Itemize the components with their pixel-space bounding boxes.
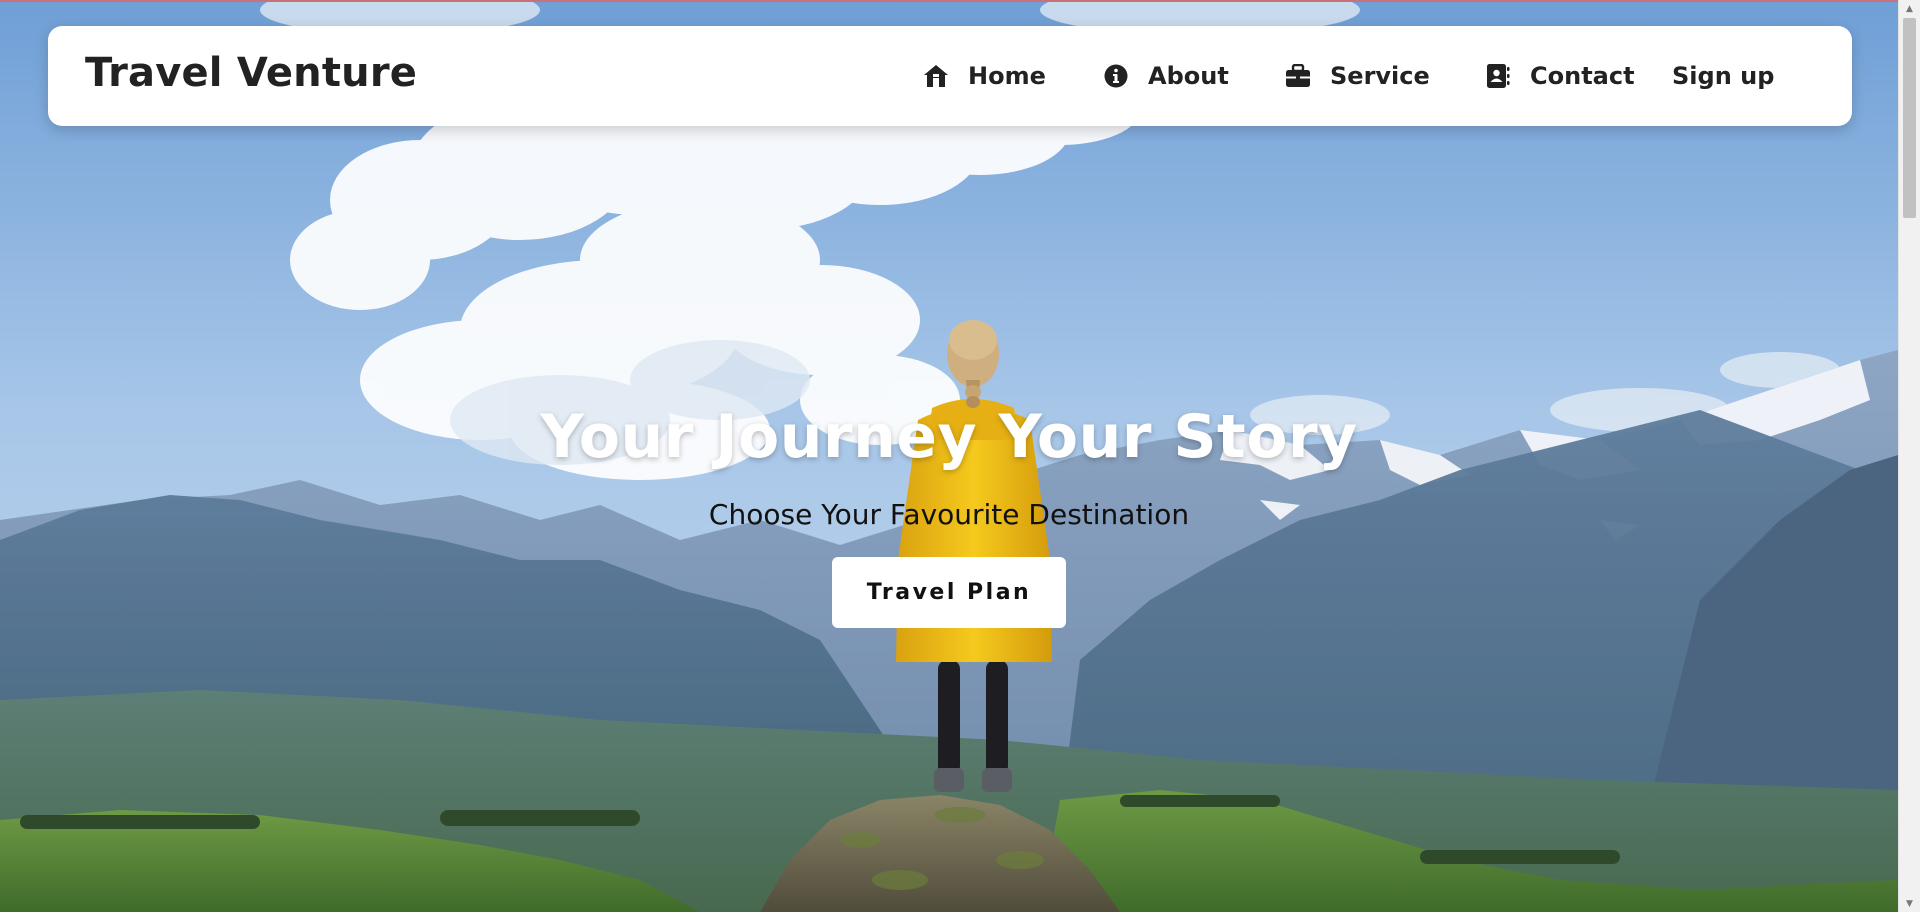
page-scrollbar[interactable]: ▲ ▼ xyxy=(1898,0,1920,912)
nav-item-contact[interactable]: Contact xyxy=(1484,60,1635,92)
nav-item-label: Home xyxy=(968,62,1046,90)
nav-item-label: About xyxy=(1148,62,1229,90)
top-accent-line xyxy=(0,0,1898,2)
scroll-down-arrow-icon[interactable]: ▼ xyxy=(1899,895,1920,912)
info-icon xyxy=(1102,62,1130,90)
navbar: Travel Venture Home About Service Contac… xyxy=(48,26,1852,126)
brand-logo[interactable]: Travel Venture xyxy=(85,50,417,96)
nav-item-service[interactable]: Service xyxy=(1284,60,1430,92)
address-book-icon xyxy=(1484,62,1512,90)
scrollbar-thumb[interactable] xyxy=(1903,18,1916,218)
travel-plan-button[interactable]: Travel Plan xyxy=(832,557,1066,628)
nav-item-signup[interactable]: Sign up xyxy=(1672,60,1774,92)
page: Travel Venture Home About Service Contac… xyxy=(0,0,1920,912)
nav-item-about[interactable]: About xyxy=(1102,60,1229,92)
nav-item-home[interactable]: Home xyxy=(922,60,1046,92)
scroll-up-arrow-icon[interactable]: ▲ xyxy=(1899,0,1920,17)
nav-item-label: Contact xyxy=(1530,62,1635,90)
nav-item-label: Sign up xyxy=(1672,62,1775,90)
home-icon xyxy=(922,62,950,90)
briefcase-icon xyxy=(1284,62,1312,90)
hero-title: Your Journey Your Story xyxy=(540,402,1358,472)
hero-subtitle: Choose Your Favourite Destination xyxy=(708,498,1190,531)
nav-item-label: Service xyxy=(1330,62,1430,90)
